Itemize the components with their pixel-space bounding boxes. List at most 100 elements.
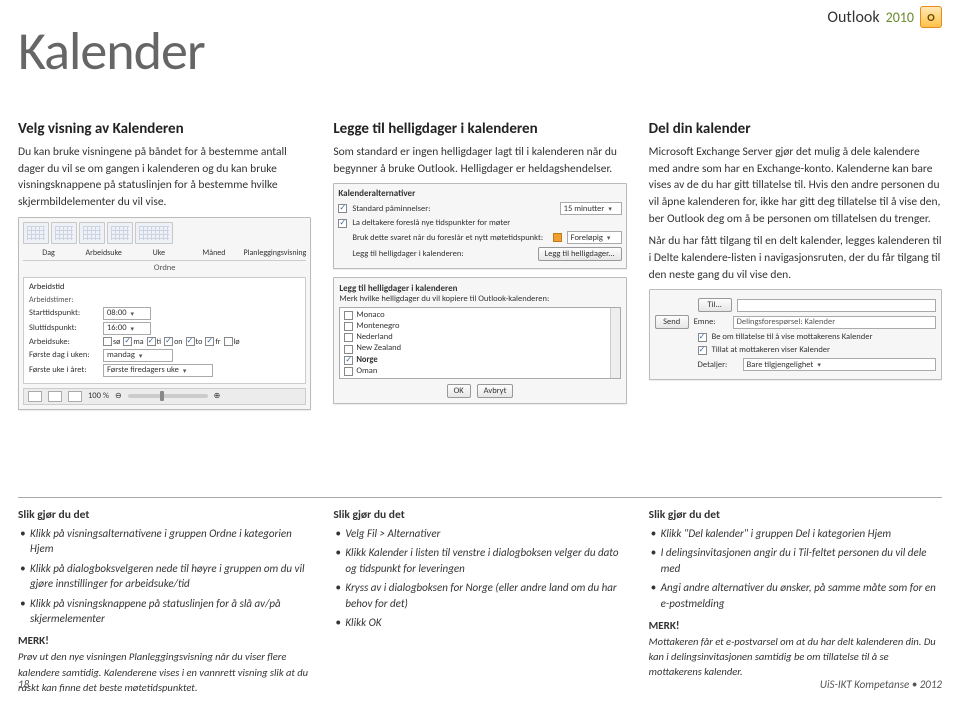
country-3: New Zealand	[356, 343, 401, 354]
reminder-checkbox[interactable]	[338, 204, 347, 213]
day-checkboxes: sø ma ti on to fr lø	[103, 337, 240, 347]
merk1-title: MERK!	[18, 634, 49, 647]
details-label: Detaljer:	[698, 360, 738, 370]
zoom-minus-icon[interactable]: ⊖	[115, 391, 122, 401]
ok-button[interactable]: OK	[447, 384, 471, 398]
outlook-icon: O	[920, 6, 942, 28]
suggest-label: La deltakere foreslå nye tidspunkter for…	[352, 218, 621, 228]
view-day-icon[interactable]	[23, 222, 49, 244]
chk-c4[interactable]	[344, 356, 353, 365]
view-schedule-icon[interactable]	[135, 222, 173, 244]
chk-so[interactable]	[103, 337, 112, 346]
rib-lbl-4: Planleggingsvisning	[244, 248, 307, 258]
holidays-dialog-screenshot: Legg til helligdager i kalenderen Merk h…	[333, 277, 626, 404]
holdlg-title: Legg til helligdager i kalenderen	[339, 283, 620, 294]
merk3-title: MERK!	[649, 619, 680, 632]
chk-c0[interactable]	[344, 311, 353, 320]
add-holidays-button[interactable]: Legg til helligdager...	[538, 247, 622, 261]
to-field[interactable]	[737, 299, 936, 312]
rib-lbl-2: Uke	[133, 248, 184, 258]
firstweek-label: Første uke i året:	[29, 365, 99, 375]
slik-3: Slik gjør du det	[649, 508, 942, 522]
chk-on[interactable]	[164, 337, 173, 346]
ribbon-screenshot: Dag Arbeidsuke Uke Måned Planleggingsvis…	[18, 217, 311, 410]
chk-c2[interactable]	[344, 333, 353, 342]
day-fr: fr	[215, 337, 220, 347]
send-button[interactable]: Send	[655, 315, 689, 329]
col1-body: Du kan bruke visningene på båndet for å …	[18, 144, 311, 211]
opts-panel-title: Kalenderalternativer	[338, 188, 621, 199]
cancel-button[interactable]: Avbryt	[477, 384, 514, 398]
reminder-dropdown[interactable]: 15 minutter	[560, 202, 622, 215]
start-input[interactable]: 08:00	[103, 307, 151, 320]
details-dropdown[interactable]: Bare tilgjengelighet	[743, 358, 936, 371]
l1-item-2: Klikk på visningsknappene på statuslinje…	[18, 596, 311, 627]
country-5: Oman	[356, 366, 377, 377]
week-label: Arbeidsuke:	[29, 337, 99, 347]
statusbar-icon-2[interactable]	[48, 391, 62, 402]
country-2: Nederland	[356, 332, 392, 343]
chk-ma[interactable]	[123, 337, 132, 346]
view-workweek-icon[interactable]	[51, 222, 77, 244]
country-4: Norge	[356, 355, 377, 366]
product-year: 2010	[886, 9, 914, 26]
chk-c3[interactable]	[344, 345, 353, 354]
to-button[interactable]: Til...	[698, 298, 732, 312]
country-list[interactable]: Monaco Montenegro Nederland New Zealand …	[339, 307, 620, 379]
l3-item-0: Klikk "Del kalender" i gruppen Del i kat…	[649, 526, 942, 541]
rib-lbl-0: Dag	[23, 248, 74, 258]
statusbar-icon-1[interactable]	[28, 391, 42, 402]
section-view-calendar: Velg visning av Kalenderen Du kan bruke …	[18, 120, 311, 410]
zoom-plus-icon[interactable]: ⊕	[214, 391, 221, 401]
chk-fr[interactable]	[205, 337, 214, 346]
chk-c5[interactable]	[344, 367, 353, 376]
firstweek-input[interactable]: Første firedagers uke	[103, 364, 213, 377]
worktime-group: Arbeidstid Arbeidstimer: Starttidspunkt:…	[23, 277, 306, 384]
reply-dropdown[interactable]: Foreløpig	[567, 231, 622, 244]
l1-item-1: Klikk på dialogboksvelgeren nede til høy…	[18, 561, 311, 592]
calendar-options-screenshot: Kalenderalternativer Standard påminnelse…	[333, 183, 626, 269]
col2-body: Som standard er ingen helligdager lagt t…	[333, 144, 626, 177]
section-holidays: Legge til helligdager i kalenderen Som s…	[333, 120, 626, 410]
end-label: Sluttidspunkt:	[29, 323, 99, 333]
page-number: 18	[18, 678, 29, 691]
country-0: Monaco	[356, 310, 384, 321]
view-month-icon[interactable]	[107, 222, 133, 244]
chk-to[interactable]	[186, 337, 195, 346]
req-checkbox[interactable]	[698, 333, 707, 342]
zoom-value: 100 %	[88, 391, 109, 401]
end-input[interactable]: 16:00	[103, 322, 151, 335]
l2-item-3: Klikk OK	[333, 615, 626, 630]
rib-lbl-3: Måned	[188, 248, 239, 258]
slik-2: Slik gjør du det	[333, 508, 626, 522]
howto-3: Slik gjør du det Klikk "Del kalender" i …	[649, 508, 942, 701]
suggest-checkbox[interactable]	[338, 219, 347, 228]
worktime-timer-label: Arbeidstimer:	[29, 295, 73, 305]
howto-2: Slik gjør du det Velg Fil > Alternativer…	[333, 508, 626, 701]
chk-ti[interactable]	[147, 337, 156, 346]
ribbon-group-label: Ordne	[23, 260, 306, 273]
l3-item-2: Angi andre alternativer du ønsker, på sa…	[649, 580, 942, 611]
day-on: on	[174, 337, 182, 347]
l2-item-0: Velg Fil > Alternativer	[333, 526, 626, 541]
subj-label: Emne:	[694, 317, 728, 327]
reminder-label: Standard påminnelser:	[352, 204, 554, 214]
section-share-calendar: Del din kalender Microsoft Exchange Serv…	[649, 120, 942, 410]
view-week-icon[interactable]	[79, 222, 105, 244]
subj-field[interactable]: Delingsforespørsel: Kalender	[733, 316, 936, 329]
merk3-body: Mottakeren får et e-postvarsel om at du …	[649, 634, 942, 680]
slik-1: Slik gjør du det	[18, 508, 311, 522]
col2-heading: Legge til helligdager i kalenderen	[333, 120, 626, 138]
statusbar-icon-3[interactable]	[68, 391, 82, 402]
share-dialog-screenshot: Til... Send Emne: Delingsforespørsel: Ka…	[649, 289, 942, 380]
firstday-label: Første dag i uken:	[29, 350, 99, 360]
day-to: to	[196, 337, 203, 347]
chk-c1[interactable]	[344, 322, 353, 331]
chk-lo[interactable]	[224, 337, 233, 346]
firstday-input[interactable]: mandag	[103, 349, 173, 362]
req-label: Be om tillatelse til å vise mottakerens …	[712, 332, 873, 342]
allow-checkbox[interactable]	[698, 346, 707, 355]
list-scrollbar[interactable]	[610, 308, 620, 378]
day-lo: lø	[234, 337, 240, 347]
zoom-slider[interactable]	[128, 394, 208, 398]
